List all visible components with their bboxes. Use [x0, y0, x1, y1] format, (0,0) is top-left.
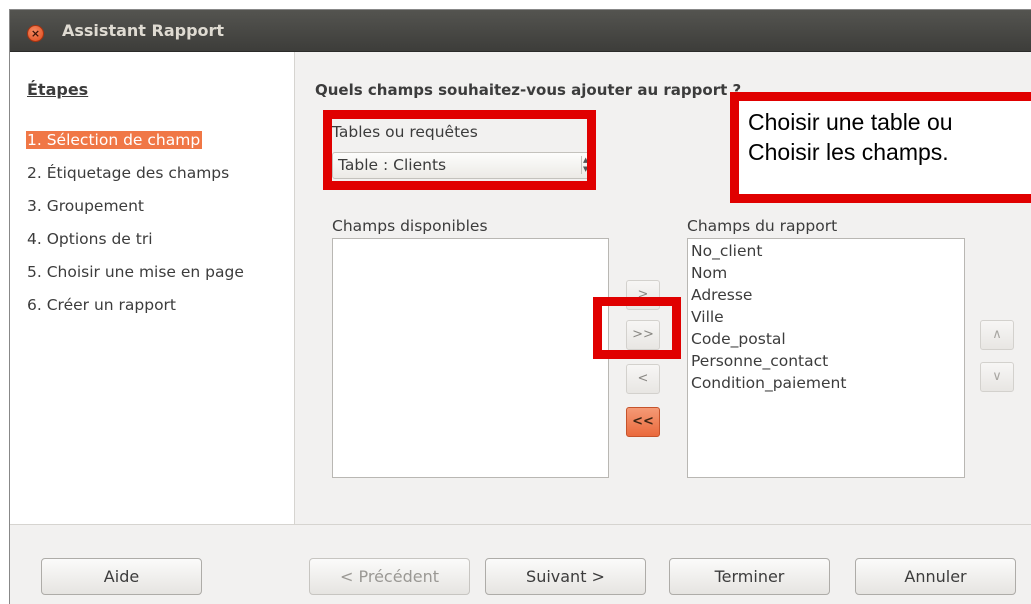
- finish-button[interactable]: Terminer: [669, 558, 830, 595]
- available-fields-list[interactable]: [332, 238, 609, 478]
- annotation-line-1: Choisir une table ou: [748, 109, 953, 135]
- list-item[interactable]: Condition_paiement: [688, 372, 964, 394]
- report-fields-label: Champs du rapport: [687, 217, 838, 235]
- steps-panel: Étapes 1. Sélection de champ 2. Étiqueta…: [10, 52, 295, 524]
- cancel-button[interactable]: Annuler: [855, 558, 1016, 595]
- step-create-report[interactable]: 6. Créer un rapport: [27, 296, 176, 314]
- title-bar: × Assistant Rapport: [10, 10, 1031, 52]
- list-item[interactable]: Code_postal: [688, 328, 964, 350]
- step-field-selection[interactable]: 1. Sélection de champ: [26, 131, 203, 149]
- list-item[interactable]: Ville: [688, 306, 964, 328]
- add-all-highlight-box: [593, 297, 681, 359]
- remove-field-button[interactable]: <: [626, 364, 660, 394]
- button-bar: Aide < Précédent Suivant > Terminer Annu…: [10, 524, 1031, 604]
- remove-all-fields-button[interactable]: <<: [626, 407, 660, 437]
- list-item[interactable]: No_client: [688, 240, 964, 262]
- steps-title: Étapes: [27, 80, 89, 99]
- previous-button[interactable]: < Précédent: [309, 558, 470, 595]
- next-button[interactable]: Suivant >: [485, 558, 646, 595]
- available-fields-label: Champs disponibles: [332, 217, 488, 235]
- close-icon[interactable]: ×: [27, 25, 44, 42]
- step-field-labeling[interactable]: 2. Étiquetage des champs: [27, 164, 229, 182]
- step-sort-options[interactable]: 4. Options de tri: [27, 230, 153, 248]
- table-highlight-box: [323, 110, 596, 190]
- help-button[interactable]: Aide: [41, 558, 202, 595]
- list-item[interactable]: Adresse: [688, 284, 964, 306]
- step-layout[interactable]: 5. Choisir une mise en page: [27, 263, 244, 281]
- report-fields-list[interactable]: No_client Nom Adresse Ville Code_postal …: [687, 238, 965, 478]
- list-item[interactable]: Nom: [688, 262, 964, 284]
- step-grouping[interactable]: 3. Groupement: [27, 197, 144, 215]
- move-down-button[interactable]: ∨: [980, 362, 1014, 392]
- window-title: Assistant Rapport: [62, 21, 225, 40]
- annotation-callout: Choisir une table ou Choisir les champs.: [730, 92, 1031, 203]
- annotation-line-2: Choisir les champs.: [748, 139, 949, 165]
- move-up-button[interactable]: ∧: [980, 320, 1014, 350]
- list-item[interactable]: Personne_contact: [688, 350, 964, 372]
- page-question: Quels champs souhaitez-vous ajouter au r…: [315, 81, 742, 99]
